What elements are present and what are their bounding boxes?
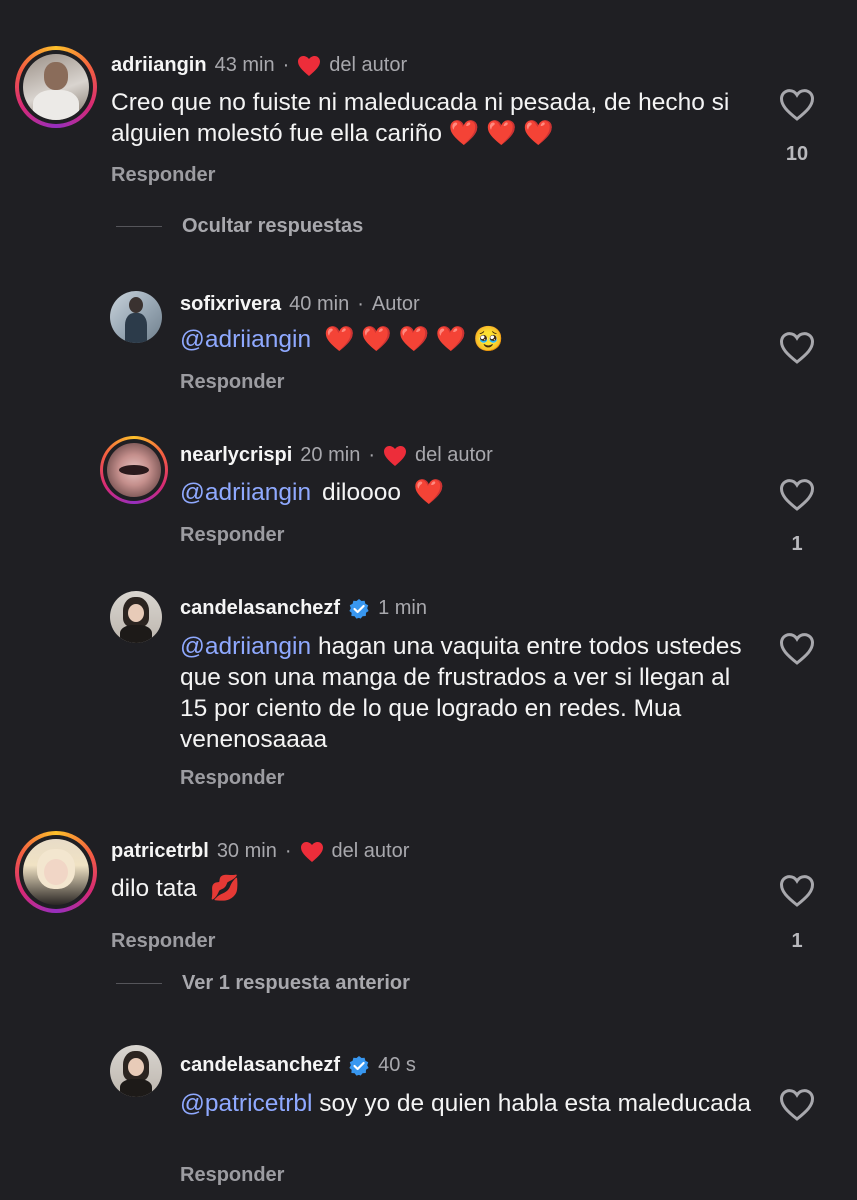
story-ring[interactable]: [100, 436, 168, 504]
hearts-emoji: ❤️ ❤️ ❤️ ❤️ 🥹: [323, 326, 504, 353]
timestamp: 30 min: [216, 840, 277, 862]
avatar[interactable]: [107, 443, 161, 497]
reply-button[interactable]: Responder: [111, 930, 215, 953]
comment-adriiangin: adriiangin 43 min · del autor Creo que n…: [0, 0, 857, 200]
avatar[interactable]: [110, 291, 162, 343]
reply-button[interactable]: Responder: [180, 767, 284, 790]
avatar[interactable]: [23, 839, 89, 905]
reply-button[interactable]: Responder: [180, 1164, 284, 1187]
author-like-label: del autor: [415, 444, 493, 466]
mention-link[interactable]: @adriiangin: [180, 479, 311, 506]
separator-dot: ·: [357, 293, 364, 315]
story-ring[interactable]: [15, 46, 97, 128]
reply-text-line1: hagan una vaquita entre todos: [317, 633, 649, 660]
reply-text-line1: soy yo de quien habla esta: [319, 1090, 611, 1117]
hide-replies-toggle[interactable]: Ocultar respuestas: [116, 215, 363, 238]
like-heart-icon[interactable]: [779, 874, 815, 908]
mention-link[interactable]: @patricetrbl: [180, 1090, 312, 1117]
divider-line: [116, 226, 162, 227]
reply-sofixrivera: sofixrivera 40 min · Autor @adriiangin ❤…: [0, 280, 857, 410]
mention-link[interactable]: @adriiangin: [180, 326, 311, 353]
timestamp: 43 min: [214, 54, 275, 76]
avatar[interactable]: [110, 1045, 162, 1097]
avatar[interactable]: [110, 591, 162, 643]
like-heart-icon[interactable]: [779, 331, 815, 365]
liked-by-author-heart-icon: [300, 841, 323, 862]
author-tag: Autor: [371, 293, 420, 315]
story-ring[interactable]: [15, 831, 97, 913]
timestamp: 40 min: [289, 293, 350, 315]
username[interactable]: candelasanchezf: [180, 1054, 340, 1077]
comment-text: dilo tata: [111, 875, 197, 902]
avatar[interactable]: [23, 54, 89, 120]
liked-by-author-heart-icon: [384, 445, 406, 466]
reply-nearlycrispi: nearlycrispi 20 min · del autor @adriian…: [0, 430, 857, 570]
timestamp: 1 min: [378, 597, 427, 619]
like-count: 1: [791, 533, 803, 555]
author-like-label: del autor: [329, 54, 408, 76]
verified-badge-icon: [349, 598, 369, 619]
reply-button[interactable]: Responder: [111, 164, 215, 187]
hide-replies-label: Ocultar respuestas: [182, 215, 364, 237]
like-heart-icon[interactable]: [779, 632, 815, 666]
lips-emoji: 💋: [209, 875, 241, 902]
comment-patricetrbl: patricetrbl 30 min · del autor dilo tata…: [0, 818, 857, 968]
username[interactable]: sofixrivera: [180, 293, 281, 316]
like-count: 10: [785, 143, 809, 165]
reply-candelasanchezf: candelasanchezf 1 min @adriiangin hagan …: [0, 588, 857, 803]
separator-dot: ·: [282, 54, 290, 76]
timestamp: 40 s: [378, 1054, 416, 1076]
like-heart-icon[interactable]: [779, 478, 815, 512]
comment-text: Creo que no fuiste ni maleducada ni pesa…: [111, 89, 730, 147]
reply-text-rest: maleducada: [617, 1090, 752, 1117]
verified-badge-icon: [349, 1055, 369, 1076]
separator-dot: ·: [368, 444, 375, 466]
reply-text: diloooo: [321, 479, 401, 506]
heart-emoji: ❤️: [413, 479, 445, 506]
reply-candelasanchezf-2: candelasanchezf 40 s @patricetrbl soy yo…: [0, 1040, 857, 1200]
separator-dot: ·: [284, 840, 292, 862]
mention-link[interactable]: @adriiangin: [180, 633, 311, 660]
divider-line: [116, 983, 162, 984]
username[interactable]: adriiangin: [111, 54, 207, 77]
reply-button[interactable]: Responder: [180, 524, 284, 547]
reply-button[interactable]: Responder: [180, 371, 284, 394]
like-heart-icon[interactable]: [779, 1088, 815, 1122]
username[interactable]: candelasanchezf: [180, 597, 340, 620]
username[interactable]: nearlycrispi: [180, 444, 292, 467]
timestamp: 20 min: [300, 444, 361, 466]
like-count: 1: [791, 930, 803, 952]
author-like-label: del autor: [331, 840, 410, 862]
see-previous-replies-toggle[interactable]: Ver 1 respuesta anterior: [116, 972, 410, 995]
liked-by-author-heart-icon: [298, 55, 321, 76]
like-heart-icon[interactable]: [779, 88, 815, 122]
see-previous-label: Ver 1 respuesta anterior: [182, 972, 410, 994]
username[interactable]: patricetrbl: [111, 840, 209, 863]
